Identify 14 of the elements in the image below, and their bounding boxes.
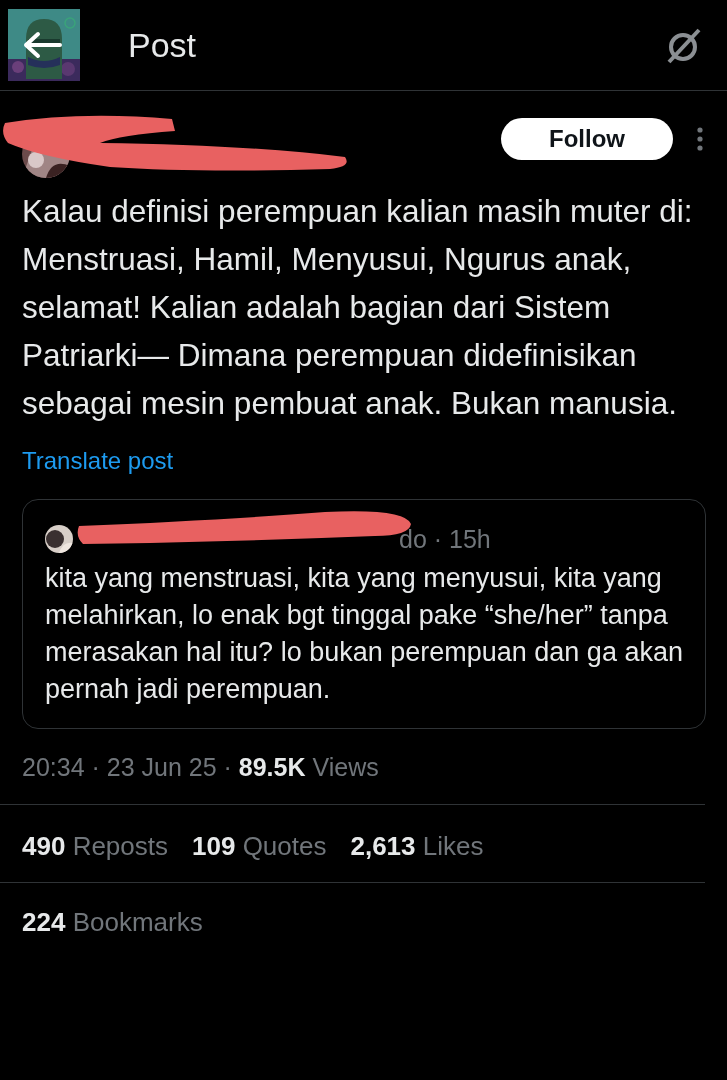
quote-handle-time: do · 15h [399, 524, 491, 554]
page-title: Post [128, 25, 197, 65]
stat-link[interactable]: 2,613 Likes [350, 831, 484, 862]
stat-link[interactable]: 490 Reposts [22, 831, 168, 862]
stat-link[interactable]: 224 Bookmarks [22, 907, 203, 937]
post-meta: 20:34 · 23 Jun 25 · 89.5K Views [22, 753, 379, 781]
stat-link[interactable]: 109 Quotes [192, 831, 327, 862]
more-options-icon[interactable] [695, 126, 705, 152]
follow-button[interactable]: Follow [501, 118, 673, 160]
quote-text: kita yang menstruasi, kita yang menyusui, kita yang melahirkan, lo enak bgt tinggal pake “she/her” tanpa merasakan hal itu? lo bukan perempuan dan ga akan pernah jadi perempuan. [45, 562, 683, 706]
quoted-post-card[interactable]: do · 15h kita yang menstruasi, kita yang menyusui, kita yang melahirkan, lo enak bgt tinggal pake “she/her” tanpa merasakan hal itu? lo bukan perempuan dan ga akan pernah jadi perempuan. [22, 499, 706, 729]
post-text: Kalau definisi perempuan kalian masih muter di: Menstruasi, Hamil, Menyusui, Ngurus anak, selamat! Kalian adalah bagian dari Sistem Patriarki— Dimana perempuan didefinisikan sebagai mesin pembuat anak. Bukan manusia. [21, 192, 694, 423]
translate-link[interactable]: Translate post [22, 447, 174, 475]
back-arrow-icon[interactable] [22, 31, 62, 59]
